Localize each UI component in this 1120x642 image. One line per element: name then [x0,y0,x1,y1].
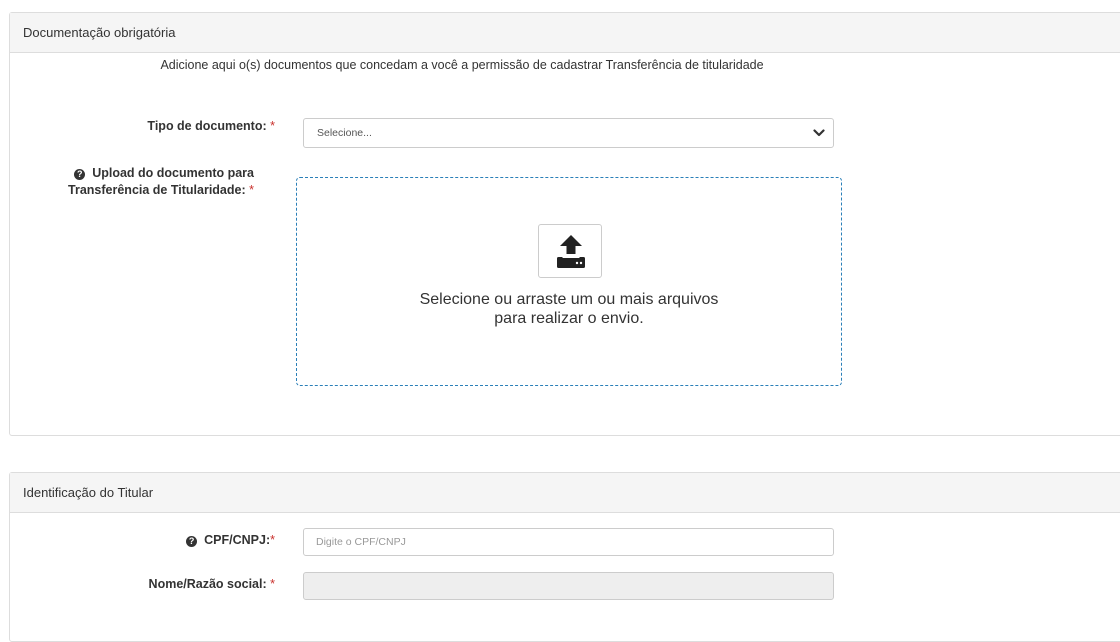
name-input [303,572,834,600]
upload-button[interactable] [538,224,602,278]
doc-type-label-text: Tipo de documento: [147,119,267,133]
documentation-intro-text: Adicione aqui o(s) documentos que conced… [160,58,764,72]
upload-label: ? Upload do documento para Transferência … [20,165,254,199]
documentation-panel-title: Documentação obrigatória [10,13,1120,53]
question-circle-icon[interactable]: ? [186,536,198,547]
holder-identification-title: Identificação do Titular [10,473,1120,513]
name-label-text: Nome/Razão social: [148,577,267,591]
dropzone-text-line2: para realizar o envio. [494,310,644,327]
upload-label-line1: Upload do documento para [92,166,254,180]
cpf-cnpj-input[interactable]: Digite o CPF/CNPJ [303,528,834,556]
holder-identification-panel: Identificação do Titular [9,472,1120,642]
file-dropzone[interactable]: Selecione ou arraste um ou mais arquivos… [296,177,842,386]
required-mark: * [270,533,275,547]
required-mark: * [270,577,275,591]
required-mark: * [249,183,254,197]
chevron-down-icon [813,129,825,137]
cpf-label-text: CPF/CNPJ: [204,533,271,547]
cpf-label: ? CPF/CNPJ:* [40,533,275,547]
required-mark: * [270,119,275,133]
name-label: Nome/Razão social: * [40,577,275,591]
upload-icon [557,235,585,268]
doc-type-select[interactable]: Selecione... [303,118,834,148]
dropzone-text-line1: Selecione ou arraste um ou mais arquivos [419,291,719,308]
upload-label-line2: Transferência de Titularidade: [68,183,246,197]
question-circle-icon[interactable]: ? [74,169,86,180]
doc-type-selected-value: Selecione... [317,127,372,139]
doc-type-label: Tipo de documento: * [40,119,275,133]
dropzone-text: Selecione ou arraste um ou mais arquivos… [297,290,841,328]
